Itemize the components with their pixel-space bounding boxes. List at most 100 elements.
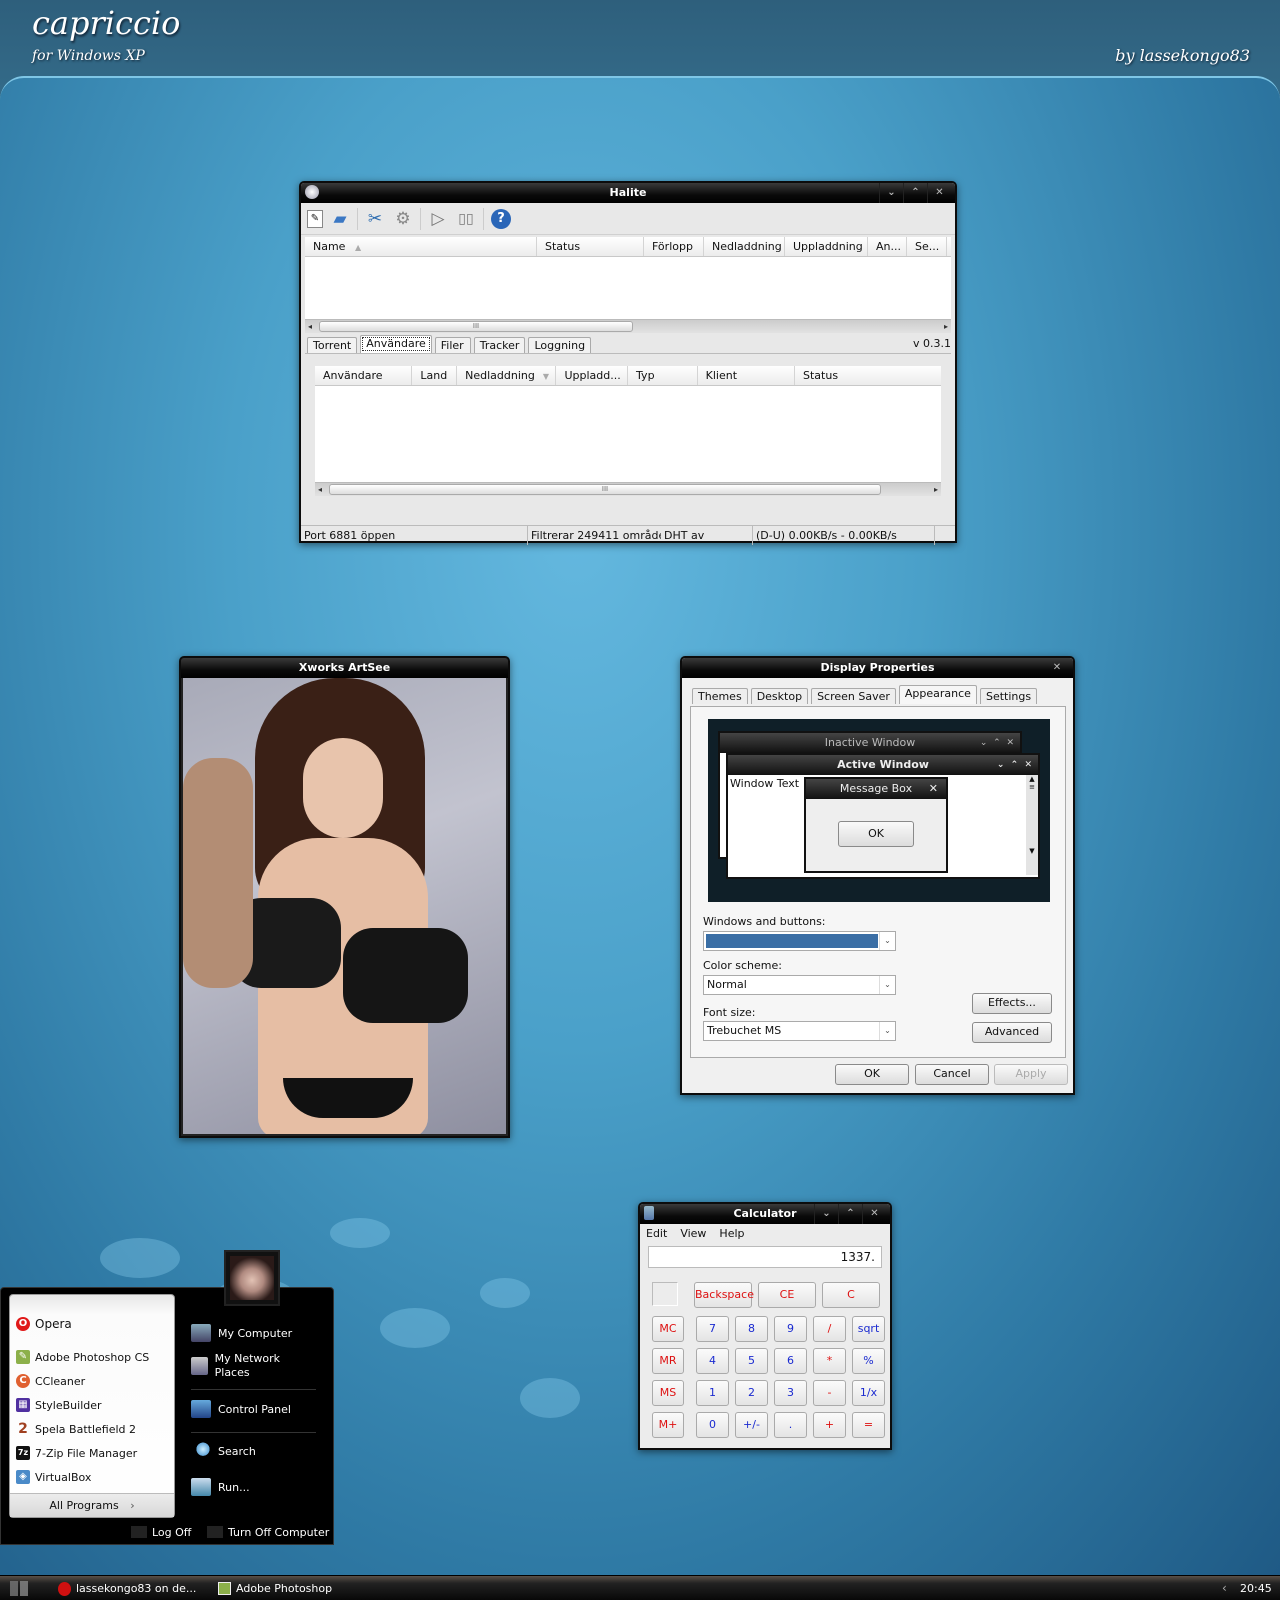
tools-icon[interactable]: ✂ xyxy=(364,208,386,230)
help-icon[interactable]: ? xyxy=(490,208,512,230)
torrent-list-hscrollbar[interactable]: ◂ III ▸ xyxy=(305,319,951,333)
settings-gear-icon[interactable]: ⚙ xyxy=(392,208,414,230)
column-header[interactable]: Förlopp xyxy=(644,237,704,256)
pinned-item-opera[interactable]: O Opera xyxy=(16,1317,72,1331)
recent-item-battlefield[interactable]: 2 Spela Battlefield 2 xyxy=(16,1422,136,1436)
calc-key[interactable]: / xyxy=(813,1316,846,1342)
recent-item-stylebuilder[interactable]: ▦ StyleBuilder xyxy=(16,1398,102,1412)
column-header[interactable]: Klient xyxy=(698,366,795,385)
calc-key[interactable]: 1/x xyxy=(852,1380,885,1406)
calc-key[interactable]: - xyxy=(813,1380,846,1406)
calc-key[interactable]: . xyxy=(774,1412,807,1438)
clear-button[interactable]: C xyxy=(822,1282,880,1308)
artsee-titlebar[interactable]: Xworks ArtSee xyxy=(181,658,508,678)
calc-key[interactable]: 7 xyxy=(696,1316,729,1342)
new-torrent-icon[interactable]: ✎ xyxy=(307,209,323,228)
peer-list-hscrollbar[interactable]: ◂ III ▸ xyxy=(315,482,941,496)
menu-view[interactable]: View xyxy=(680,1227,706,1240)
tab-desktop[interactable]: Desktop xyxy=(750,688,809,704)
calc-key[interactable]: 9 xyxy=(774,1316,807,1342)
scroll-left-icon[interactable]: ◂ xyxy=(308,320,312,334)
calc-key[interactable]: 3 xyxy=(774,1380,807,1406)
font-size-select[interactable]: Trebuchet MS ⌄ xyxy=(703,1021,896,1041)
column-header[interactable]: Name ▲ xyxy=(305,237,537,256)
calc-key[interactable]: M+ xyxy=(652,1412,684,1438)
tab-torrent[interactable]: Torrent xyxy=(307,337,358,353)
start-item-search[interactable]: Search xyxy=(191,1442,256,1460)
recent-item-7zip[interactable]: 7z 7-Zip File Manager xyxy=(16,1446,137,1460)
apply-button[interactable]: Apply xyxy=(994,1064,1068,1085)
tab-tracker[interactable]: Tracker xyxy=(473,337,526,353)
tab-screen-saver[interactable]: Screen Saver xyxy=(811,688,896,704)
calc-key[interactable]: % xyxy=(852,1348,885,1374)
menu-help[interactable]: Help xyxy=(719,1227,744,1240)
start-item-network[interactable]: My Network Places xyxy=(191,1352,301,1380)
tab-themes[interactable]: Themes xyxy=(692,688,748,704)
calc-key[interactable]: 2 xyxy=(735,1380,768,1406)
calc-key[interactable]: MS xyxy=(652,1380,684,1406)
column-header[interactable]: Nedladdning xyxy=(704,237,785,256)
open-folder-icon[interactable]: ▰ xyxy=(329,208,351,230)
tray-expand-icon[interactable]: ‹ xyxy=(1222,1579,1227,1598)
calculator-titlebar[interactable]: Calculator ⌄ ⌃ ✕ xyxy=(640,1204,890,1224)
backspace-button[interactable]: Backspace xyxy=(694,1282,754,1308)
recent-item-virtualbox[interactable]: ◈ VirtualBox xyxy=(16,1470,91,1484)
peer-list[interactable] xyxy=(315,386,941,482)
calc-key[interactable]: + xyxy=(813,1412,846,1438)
play-icon[interactable]: ▷ xyxy=(427,208,449,230)
turn-off-button[interactable]: Turn Off Computer xyxy=(207,1526,329,1539)
start-item-my-computer[interactable]: My Computer xyxy=(191,1324,292,1342)
ok-button[interactable]: OK xyxy=(835,1064,909,1085)
clear-entry-button[interactable]: CE xyxy=(758,1282,816,1308)
tab-files[interactable]: Filer xyxy=(434,337,471,353)
scroll-thumb[interactable]: III xyxy=(329,484,881,495)
column-header[interactable]: Uppladd... xyxy=(556,366,629,385)
scroll-thumb[interactable]: III xyxy=(319,321,633,332)
maximize-button[interactable]: ⌃ xyxy=(838,1204,862,1224)
tab-appearance[interactable]: Appearance xyxy=(898,685,977,704)
column-header[interactable]: An... xyxy=(868,237,907,256)
effects-button[interactable]: Effects... xyxy=(972,993,1052,1014)
scroll-right-icon[interactable]: ▸ xyxy=(944,320,948,334)
tab-logging[interactable]: Loggning xyxy=(528,337,592,353)
calc-key[interactable]: 6 xyxy=(774,1348,807,1374)
calc-key[interactable]: * xyxy=(813,1348,846,1374)
column-header[interactable]: Se... xyxy=(907,237,947,256)
tab-settings[interactable]: Settings xyxy=(979,688,1038,704)
column-header[interactable]: Användare xyxy=(315,366,413,385)
scroll-right-icon[interactable]: ▸ xyxy=(934,483,938,497)
column-header[interactable]: Status xyxy=(537,237,644,256)
maximize-button[interactable]: ⌃ xyxy=(903,183,927,203)
pause-icon[interactable]: ▯▯ xyxy=(455,208,477,230)
calc-key[interactable]: +/- xyxy=(735,1412,768,1438)
advanced-button[interactable]: Advanced xyxy=(972,1022,1052,1043)
column-header[interactable]: Uppladdning xyxy=(785,237,868,256)
recent-item-photoshop[interactable]: ✎ Adobe Photoshop CS xyxy=(16,1350,149,1364)
calc-key[interactable]: 5 xyxy=(735,1348,768,1374)
taskbar-item-opera[interactable]: lassekongo83 on de... xyxy=(58,1579,198,1598)
column-header[interactable]: Nedladdning ▼ xyxy=(457,366,557,385)
start-item-run[interactable]: Run... xyxy=(191,1478,250,1496)
close-button[interactable]: ✕ xyxy=(927,183,951,203)
log-off-button[interactable]: Log Off xyxy=(131,1526,191,1539)
calc-key[interactable]: 0 xyxy=(696,1412,729,1438)
calc-key[interactable]: = xyxy=(852,1412,885,1438)
recent-item-ccleaner[interactable]: C CCleaner xyxy=(16,1374,85,1388)
column-header[interactable]: Land xyxy=(412,366,458,385)
column-header[interactable]: Typ xyxy=(628,366,698,385)
calc-key[interactable]: 4 xyxy=(696,1348,729,1374)
menu-edit[interactable]: Edit xyxy=(646,1227,667,1240)
start-button-windows-icon[interactable] xyxy=(10,1581,28,1596)
column-header[interactable]: Status xyxy=(795,366,941,385)
color-scheme-select[interactable]: Normal ⌄ xyxy=(703,975,896,995)
tab-users[interactable]: Användare xyxy=(360,335,432,353)
torrent-list[interactable] xyxy=(305,257,951,319)
cancel-button[interactable]: Cancel xyxy=(915,1064,989,1085)
close-button[interactable]: ✕ xyxy=(862,1204,886,1224)
calc-key[interactable]: sqrt xyxy=(852,1316,885,1342)
minimize-button[interactable]: ⌄ xyxy=(814,1204,838,1224)
all-programs-button[interactable]: All Programs › xyxy=(10,1493,174,1517)
minimize-button[interactable]: ⌄ xyxy=(879,183,903,203)
display-titlebar[interactable]: Display Properties ✕ xyxy=(682,658,1073,678)
halite-titlebar[interactable]: Halite ⌄ ⌃ ✕ xyxy=(301,183,955,203)
